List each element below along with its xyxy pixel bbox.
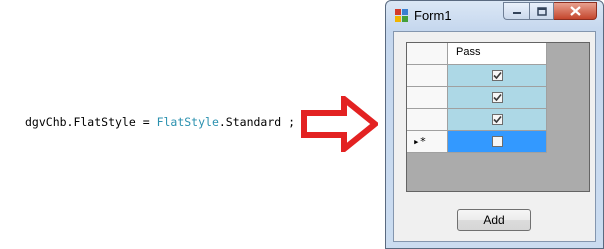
checkbox[interactable] — [491, 114, 503, 125]
check-icon — [492, 93, 502, 102]
check-icon — [492, 71, 502, 80]
code-prefix: dgvChb.FlatStyle = — [25, 115, 157, 129]
corner-header — [407, 43, 448, 65]
close-icon — [569, 6, 581, 16]
row-header[interactable] — [407, 65, 448, 87]
column-header-pass[interactable]: Pass — [448, 43, 547, 65]
minimize-button[interactable] — [503, 2, 529, 20]
code-snippet: dgvChb.FlatStyle = FlatStyle.Standard ; — [25, 115, 295, 129]
checkbox[interactable] — [491, 70, 503, 81]
new-row[interactable]: ▸* — [407, 131, 547, 153]
pass-cell[interactable] — [448, 109, 547, 131]
form-window: Form1 Pass ▸* Add — [385, 0, 604, 249]
add-button[interactable]: Add — [457, 209, 531, 231]
code-type: FlatStyle — [156, 115, 219, 129]
pass-cell-selected[interactable] — [448, 131, 547, 153]
checkbox[interactable] — [491, 136, 503, 147]
header-row: Pass — [407, 43, 547, 65]
check-icon — [492, 115, 502, 124]
row-header[interactable] — [407, 87, 448, 109]
table-row[interactable] — [407, 65, 547, 87]
form-icon — [395, 9, 408, 22]
minimize-icon — [512, 12, 521, 14]
maximize-icon — [536, 6, 547, 16]
close-button[interactable] — [554, 2, 597, 20]
window-title: Form1 — [414, 8, 452, 23]
title-bar[interactable]: Form1 — [386, 1, 603, 31]
row-header[interactable] — [407, 109, 448, 131]
form-client-area: Pass ▸* Add — [393, 31, 596, 242]
table-row[interactable] — [407, 109, 547, 131]
new-row-marker[interactable]: ▸* — [407, 131, 448, 153]
right-arrow-icon — [301, 96, 378, 152]
checkbox[interactable] — [491, 92, 503, 103]
pass-cell[interactable] — [448, 65, 547, 87]
code-suffix: .Standard ; — [218, 115, 296, 129]
maximize-button[interactable] — [529, 2, 554, 20]
table-row[interactable] — [407, 87, 547, 109]
pass-cell[interactable] — [448, 87, 547, 109]
data-grid-view[interactable]: Pass ▸* — [406, 42, 590, 192]
caption-buttons — [503, 2, 597, 21]
